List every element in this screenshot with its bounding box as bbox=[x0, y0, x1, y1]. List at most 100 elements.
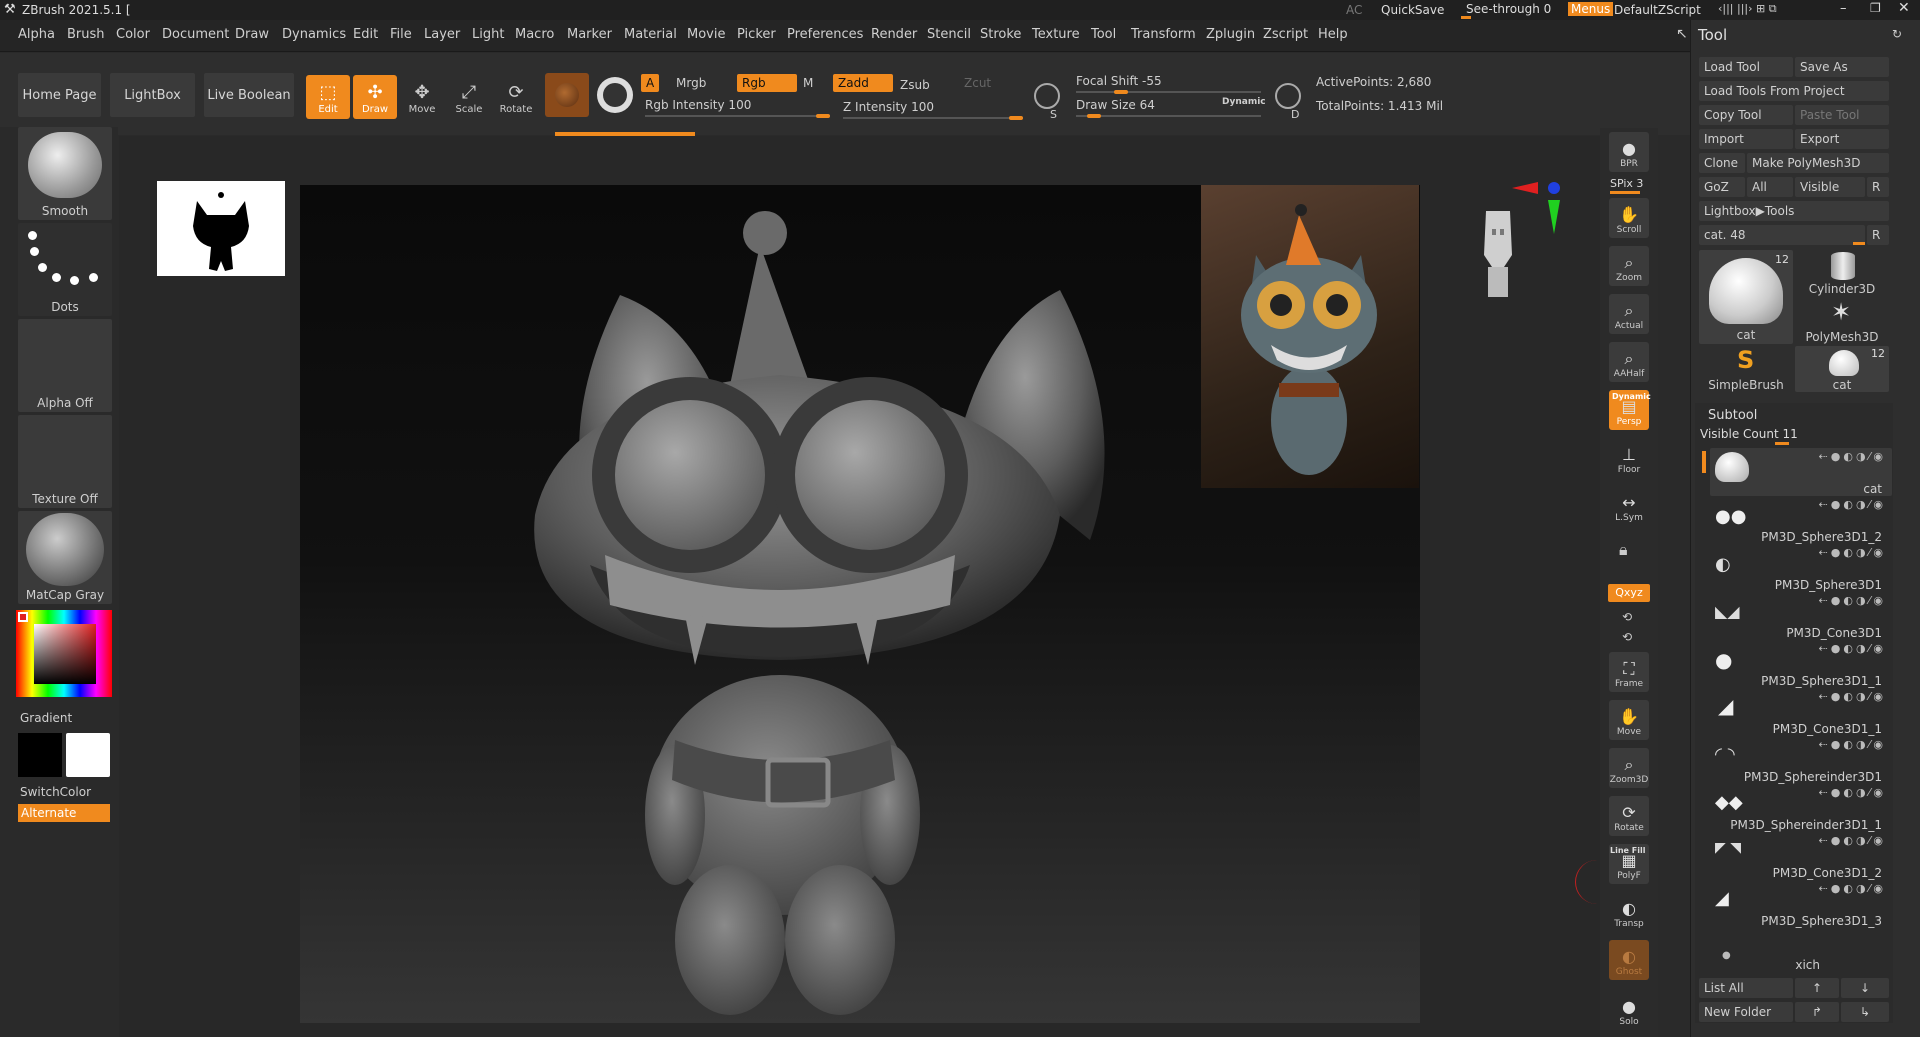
transp-button[interactable]: ◐ Transp bbox=[1609, 892, 1649, 932]
menu-zplugin[interactable]: Zplugin bbox=[1206, 27, 1255, 42]
load-tool-button[interactable]: Load Tool bbox=[1699, 57, 1793, 77]
stroke-icon[interactable] bbox=[597, 77, 633, 113]
subtool-row[interactable]: ◢ ⇠●◐◑⁄◉ PM3D_Sphere3D1_3 bbox=[1700, 880, 1890, 928]
save-as-button[interactable]: Save As bbox=[1795, 57, 1889, 77]
tool-panel-title[interactable]: Tool bbox=[1698, 26, 1727, 44]
subtool-row[interactable]: ◤ ◥ ⇠●◐◑⁄◉ PM3D_Cone3D1_2 bbox=[1700, 832, 1890, 880]
m-toggle[interactable]: M bbox=[803, 76, 813, 90]
subtool-controls-icon[interactable]: ⇠●◐◑⁄◉ bbox=[1819, 498, 1886, 511]
floor-button[interactable]: ⊥ Floor bbox=[1609, 438, 1649, 478]
rotate-axis-y-icon[interactable]: ⟲ bbox=[1622, 610, 1632, 624]
rotate-axis-z-icon[interactable]: ⟲ bbox=[1622, 630, 1632, 644]
material-tile[interactable]: MatCap Gray bbox=[18, 511, 112, 604]
subtool-row[interactable]: ◆◆ ⇠●◐◑⁄◉ PM3D_Sphereinder3D1_1 bbox=[1700, 784, 1890, 832]
subtool-title[interactable]: Subtool bbox=[1708, 408, 1757, 423]
rotate-view-button[interactable]: ⟳ Rotate bbox=[1609, 796, 1649, 836]
dynamic-toggle[interactable]: Dynamic bbox=[1222, 97, 1266, 107]
maximize-icon[interactable]: ❐ bbox=[1870, 1, 1881, 15]
menu-render[interactable]: Render bbox=[871, 27, 917, 42]
subtool-row[interactable]: ◢ ⇠●◐◑⁄◉ PM3D_Cone3D1_1 bbox=[1700, 688, 1890, 736]
draw-size-slider[interactable] bbox=[1076, 115, 1261, 117]
menu-zscript[interactable]: Zscript bbox=[1263, 27, 1308, 42]
menu-stencil[interactable]: Stencil bbox=[927, 27, 971, 42]
cat-r-button[interactable]: R bbox=[1867, 225, 1889, 245]
lightbox-button[interactable]: LightBox bbox=[110, 73, 195, 117]
menu-movie[interactable]: Movie bbox=[687, 27, 725, 42]
import-button[interactable]: Import bbox=[1699, 129, 1793, 149]
lsym-button[interactable]: ↔ L.Sym bbox=[1609, 486, 1649, 526]
see-through-slider[interactable]: See-through 0 bbox=[1466, 2, 1551, 16]
navigator-thumbnail[interactable] bbox=[157, 181, 285, 276]
visible-count-knob[interactable] bbox=[1775, 442, 1789, 445]
menu-texture[interactable]: Texture bbox=[1032, 27, 1080, 42]
subtool-controls-icon[interactable]: ⇠●◐◑⁄◉ bbox=[1819, 738, 1886, 751]
focal-shift-label[interactable]: Focal Shift -55 bbox=[1076, 74, 1162, 88]
rgb-intensity-slider[interactable] bbox=[645, 115, 830, 117]
aahalf-button[interactable]: ⌕ AAHalf bbox=[1609, 342, 1649, 382]
move-view-button[interactable]: ✋ Move bbox=[1609, 700, 1649, 740]
move-down-icon[interactable]: ↓ bbox=[1841, 978, 1889, 998]
folder-move-icon[interactable]: ↳ bbox=[1841, 1002, 1889, 1022]
zoom3d-button[interactable]: ⌕ Zoom3D bbox=[1609, 748, 1649, 788]
subtool-controls-icon[interactable]: ⇠●◐◑⁄◉ bbox=[1819, 450, 1886, 463]
z-intensity-label[interactable]: Z Intensity 100 bbox=[843, 100, 934, 114]
subtool-controls-icon[interactable]: ⇠●◐◑⁄◉ bbox=[1819, 690, 1886, 703]
home-page-button[interactable]: Home Page bbox=[18, 73, 101, 117]
cat-slider-knob[interactable] bbox=[1853, 242, 1865, 245]
menu-preferences[interactable]: Preferences bbox=[787, 27, 863, 42]
move-up-icon[interactable]: ↑ bbox=[1795, 978, 1839, 998]
zsub-toggle[interactable]: Zsub bbox=[900, 78, 930, 92]
draw-size-label[interactable]: Draw Size 64 bbox=[1076, 98, 1155, 112]
tool-thumb-simplebrush[interactable]: S SimpleBrush bbox=[1699, 346, 1793, 392]
make-polymesh3d-button[interactable]: Make PolyMesh3D bbox=[1747, 153, 1889, 173]
live-boolean-button[interactable]: Live Boolean bbox=[204, 73, 294, 117]
menu-color[interactable]: Color bbox=[116, 27, 150, 42]
tool-thumb-cat[interactable]: 12 cat bbox=[1699, 250, 1793, 344]
paste-tool-button[interactable]: Paste Tool bbox=[1795, 105, 1889, 125]
focal-shift-slider[interactable] bbox=[1076, 91, 1261, 93]
color-picker[interactable] bbox=[16, 610, 112, 697]
tool-panel-settings-icon[interactable]: ↻ bbox=[1892, 27, 1902, 41]
menu-help[interactable]: Help bbox=[1318, 27, 1348, 42]
move-button[interactable]: ✥ Move bbox=[400, 75, 444, 119]
menu-macro[interactable]: Macro bbox=[515, 27, 554, 42]
texture-tile[interactable]: Texture Off bbox=[18, 415, 112, 508]
list-all-button[interactable]: List All bbox=[1699, 978, 1793, 998]
menu-draw[interactable]: Draw bbox=[235, 27, 269, 42]
subtool-row[interactable]: ⇠●◐◑⁄◉ cat bbox=[1700, 448, 1890, 496]
see-through-knob[interactable] bbox=[1461, 16, 1471, 19]
lightbox-tools-button[interactable]: Lightbox▶Tools bbox=[1699, 201, 1889, 221]
draw-size-gyro-icon[interactable] bbox=[1275, 83, 1301, 109]
subtool-row[interactable]: ● xich bbox=[1700, 928, 1890, 972]
cat-slider[interactable]: cat. 48 bbox=[1699, 225, 1865, 245]
load-tools-from-project-button[interactable]: Load Tools From Project bbox=[1699, 81, 1889, 101]
subtool-controls-icon[interactable]: ⇠●◐◑⁄◉ bbox=[1819, 594, 1886, 607]
switch-color-button[interactable]: SwitchColor bbox=[20, 785, 91, 799]
draw-size-knob[interactable] bbox=[1086, 114, 1101, 118]
actual-button[interactable]: ⌕ Actual bbox=[1609, 294, 1649, 334]
axis-gizmo-icon[interactable] bbox=[1510, 178, 1560, 238]
quicksave-button[interactable]: QuickSave bbox=[1381, 3, 1444, 17]
scroll-button[interactable]: ✋ Scroll bbox=[1609, 198, 1649, 238]
ghost-button[interactable]: ◐ Ghost bbox=[1609, 940, 1649, 980]
export-button[interactable]: Export bbox=[1795, 129, 1889, 149]
menu-stroke[interactable]: Stroke bbox=[980, 27, 1021, 42]
z-intensity-slider[interactable] bbox=[843, 117, 1023, 119]
spix-slider[interactable] bbox=[1610, 191, 1640, 194]
copy-tool-button[interactable]: Copy Tool bbox=[1699, 105, 1793, 125]
frame-button[interactable]: ⛶ Frame bbox=[1609, 652, 1649, 692]
material-button[interactable] bbox=[545, 73, 589, 117]
main-color-swatch[interactable] bbox=[18, 733, 62, 777]
z-intensity-knob[interactable] bbox=[1009, 116, 1023, 120]
menu-edit[interactable]: Edit bbox=[353, 27, 378, 42]
subtool-controls-icon[interactable]: ⇠●◐◑⁄◉ bbox=[1819, 786, 1886, 799]
menu-material[interactable]: Material bbox=[624, 27, 677, 42]
brush-smooth-tile[interactable]: Smooth bbox=[18, 127, 112, 220]
subtool-row[interactable]: ● ⇠●◐◑⁄◉ PM3D_Sphere3D1_1 bbox=[1700, 640, 1890, 688]
rgb-intensity-label[interactable]: Rgb Intensity 100 bbox=[645, 98, 751, 112]
layout-icons[interactable]: ‹||| |||› ⊞ ⧉ bbox=[1718, 2, 1777, 16]
color-square[interactable] bbox=[34, 624, 96, 684]
menu-light[interactable]: Light bbox=[472, 27, 504, 42]
menu-alpha[interactable]: Alpha bbox=[18, 27, 55, 42]
tool-thumb-cat-2[interactable]: 12 cat bbox=[1795, 346, 1889, 392]
